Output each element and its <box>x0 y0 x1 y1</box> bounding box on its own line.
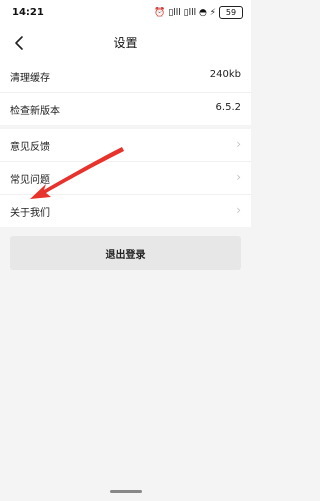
home-indicator <box>110 490 142 493</box>
status-indicator-icons: ⏰ ▯lll ▯lll ◓ ⚡ <box>154 7 216 18</box>
logout-button[interactable]: 退出登录 <box>10 236 241 270</box>
about-us-row[interactable]: 关于我们 › <box>0 195 251 227</box>
logout-label: 退出登录 <box>105 249 146 261</box>
settings-screen: 14:21 ⏰ ▯lll ▯lll ◓ ⚡ 59 设置 清理缓存 240kb 检… <box>0 0 251 501</box>
check-version-row[interactable]: 检查新版本 6.5.2 <box>0 93 251 125</box>
status-time: 14:21 <box>12 7 44 18</box>
status-icons: ⏰ ▯lll ▯lll ◓ ⚡ 59 <box>154 6 243 19</box>
row-label: 常见问题 <box>10 175 50 186</box>
chevron-right-icon: › <box>236 203 241 217</box>
feedback-row[interactable]: 意见反馈 › <box>0 129 251 162</box>
settings-group-info: 意见反馈 › 常见问题 › 关于我们 › <box>0 129 251 227</box>
status-bar: 14:21 ⏰ ▯lll ▯lll ◓ ⚡ 59 <box>0 0 251 26</box>
faq-row[interactable]: 常见问题 › <box>0 162 251 195</box>
nav-bar: 设置 <box>0 26 251 60</box>
chevron-right-icon: › <box>236 170 241 184</box>
settings-group-storage: 清理缓存 240kb 检查新版本 6.5.2 <box>0 60 251 125</box>
row-label: 检查新版本 <box>10 106 60 117</box>
page-title: 设置 <box>113 36 138 50</box>
battery-level: 59 <box>225 7 237 17</box>
version-number: 6.5.2 <box>215 102 241 113</box>
row-label: 关于我们 <box>10 208 50 219</box>
battery-icon: 59 <box>219 6 243 19</box>
cache-size: 240kb <box>209 69 241 80</box>
row-label: 意见反馈 <box>10 142 50 153</box>
row-label: 清理缓存 <box>10 73 50 84</box>
clear-cache-row[interactable]: 清理缓存 240kb <box>0 60 251 93</box>
chevron-right-icon: › <box>236 137 241 151</box>
